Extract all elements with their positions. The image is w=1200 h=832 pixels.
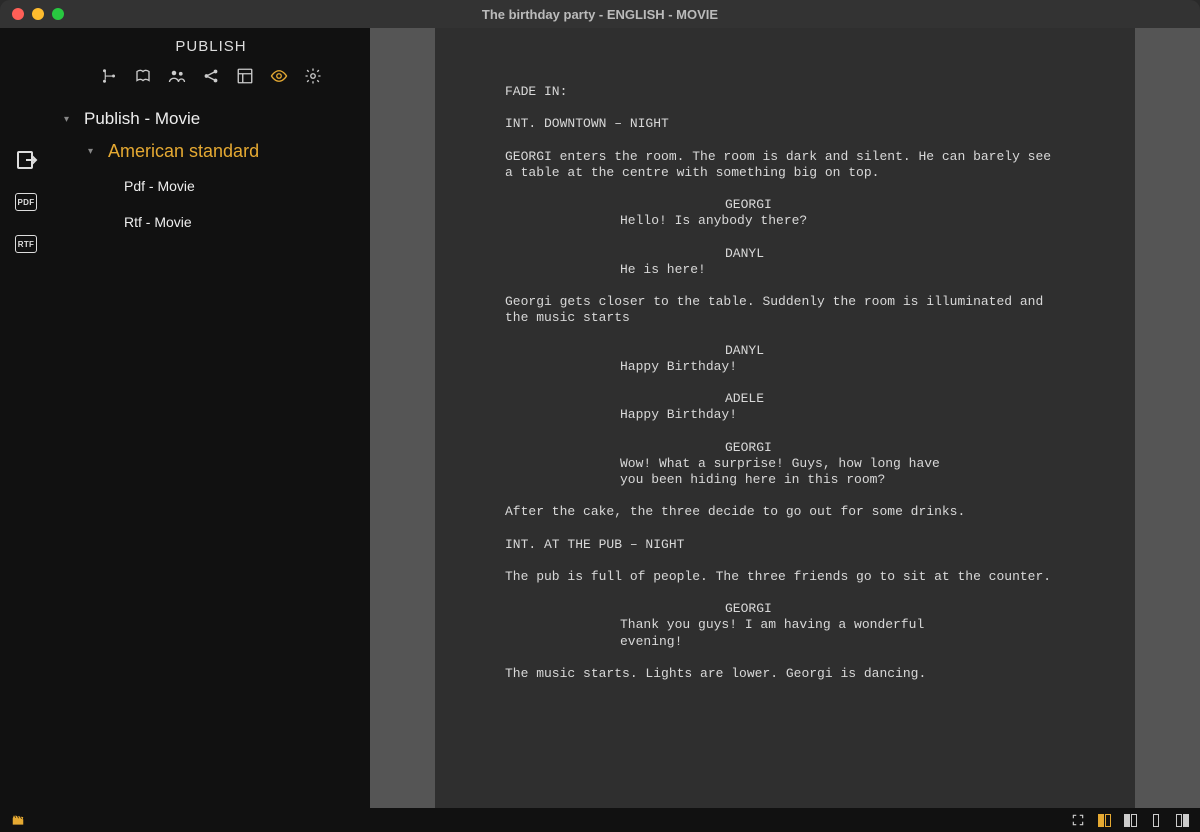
share-icon[interactable]	[202, 67, 220, 85]
rtf-format-icon[interactable]: RTF	[14, 232, 38, 256]
window-controls	[0, 8, 64, 20]
action: The pub is full of people. The three fri…	[505, 569, 1065, 585]
panel-single-icon[interactable]	[1148, 813, 1164, 827]
tree-item-pdf-movie[interactable]: Pdf - Movie	[52, 168, 370, 204]
tree-group-american-standard[interactable]: ▾ American standard	[52, 135, 370, 168]
dialogue: Happy Birthday!	[505, 359, 1065, 375]
window-title: The birthday party - ENGLISH - MOVIE	[0, 7, 1200, 22]
people-icon[interactable]	[168, 67, 186, 85]
sidebar-toolbar	[52, 67, 370, 85]
clapperboard-icon[interactable]	[10, 813, 26, 827]
chevron-down-icon: ▾	[64, 114, 76, 125]
character: GEORGI	[505, 601, 1065, 617]
action: GEORGI enters the room. The room is dark…	[505, 149, 1065, 182]
dialogue: He is here!	[505, 262, 1065, 278]
titlebar: The birthday party - ENGLISH - MOVIE	[0, 0, 1200, 28]
pdf-format-icon[interactable]: PDF	[14, 190, 38, 214]
scene-heading: INT. AT THE PUB – NIGHT	[505, 537, 1065, 553]
tree-item-rtf-movie[interactable]: Rtf - Movie	[52, 204, 370, 240]
panel-right-icon[interactable]	[1174, 813, 1190, 827]
preview-area: FADE IN: INT. DOWNTOWN – NIGHT GEORGI en…	[370, 28, 1200, 808]
panel-left-icon[interactable]	[1096, 813, 1112, 827]
panel-left-alt-icon[interactable]	[1122, 813, 1138, 827]
action: Georgi gets closer to the table. Suddenl…	[505, 294, 1065, 327]
character: DANYL	[505, 246, 1065, 262]
character: DANYL	[505, 343, 1065, 359]
action: The music starts. Lights are lower. Geor…	[505, 666, 1065, 682]
tree-icon[interactable]	[100, 67, 118, 85]
statusbar	[0, 808, 1200, 832]
scene-heading: INT. DOWNTOWN – NIGHT	[505, 116, 1065, 132]
character: GEORGI	[505, 440, 1065, 456]
main-area: PDF RTF PUBLISH ▾ Publish - Movie ▾ Amer…	[0, 28, 1200, 808]
layout-icon[interactable]	[236, 67, 254, 85]
fullscreen-icon[interactable]	[1070, 813, 1086, 827]
character: GEORGI	[505, 197, 1065, 213]
sidebar: PUBLISH ▾ Publish - Movie ▾ American sta…	[52, 28, 370, 808]
dialogue: Hello! Is anybody there?	[505, 213, 1065, 229]
book-icon[interactable]	[134, 67, 152, 85]
chevron-down-icon: ▾	[88, 146, 100, 157]
action: After the cake, the three decide to go o…	[505, 504, 1065, 520]
gear-icon[interactable]	[304, 67, 322, 85]
sidebar-title: PUBLISH	[52, 38, 370, 55]
dialogue: Wow! What a surprise! Guys, how long hav…	[505, 456, 1065, 489]
tree-root-label: Publish - Movie	[84, 109, 200, 129]
character: ADELE	[505, 391, 1065, 407]
close-window-button[interactable]	[12, 8, 24, 20]
fade-in: FADE IN:	[505, 84, 1065, 100]
export-icon[interactable]	[14, 148, 38, 172]
tree-group-label: American standard	[108, 141, 259, 162]
dialogue: Thank you guys! I am having a wonderful …	[505, 617, 1065, 650]
eye-icon[interactable]	[270, 67, 288, 85]
dialogue: Happy Birthday!	[505, 407, 1065, 423]
minimize-window-button[interactable]	[32, 8, 44, 20]
tree-root-publish-movie[interactable]: ▾ Publish - Movie	[52, 103, 370, 135]
script-page: FADE IN: INT. DOWNTOWN – NIGHT GEORGI en…	[435, 28, 1135, 808]
left-gutter: PDF RTF	[0, 28, 52, 808]
maximize-window-button[interactable]	[52, 8, 64, 20]
